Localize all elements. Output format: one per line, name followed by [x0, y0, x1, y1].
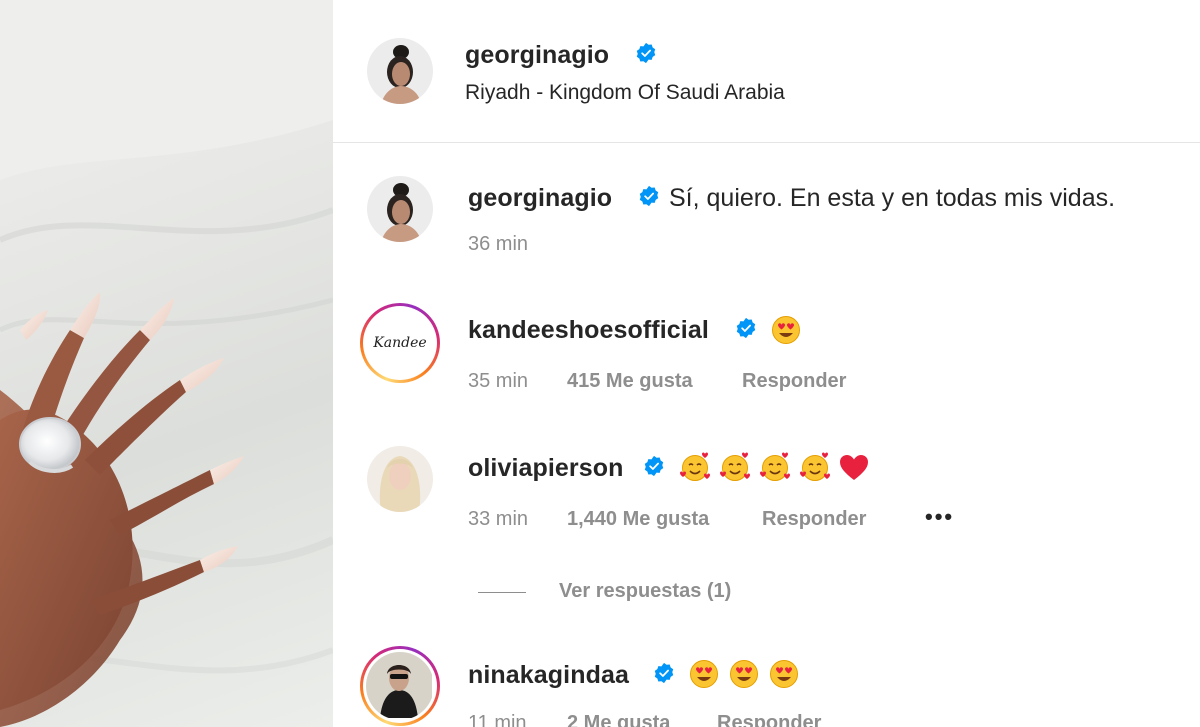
- portrait-icon: [366, 652, 432, 718]
- comment-avatar[interactable]: [367, 446, 433, 512]
- post-header: georginagio Riyadh - Kingdom Of Saudi Ar…: [333, 0, 1200, 143]
- verified-badge-icon: [644, 455, 664, 477]
- smiling-face-with-hearts-icon: [760, 452, 790, 481]
- kandee-logo: Kandee: [373, 335, 427, 351]
- comment-author-username[interactable]: kandeeshoesofficial: [468, 316, 709, 345]
- comment-timestamp[interactable]: 33 min: [468, 508, 528, 531]
- portrait-icon: [367, 38, 433, 104]
- comment-author-username[interactable]: ninakagindaa: [468, 661, 629, 690]
- verified-badge-icon: [639, 185, 659, 207]
- portrait-icon: [367, 176, 433, 242]
- comment-reply-button[interactable]: Responder: [742, 370, 846, 393]
- author-avatar[interactable]: [367, 38, 433, 104]
- comment-likes-count[interactable]: 2 Me gusta: [567, 712, 670, 727]
- hand-with-ring-image: [0, 0, 333, 727]
- red-heart-icon: [840, 455, 868, 480]
- comment-timestamp[interactable]: 11 min: [468, 712, 527, 727]
- smiling-face-with-heart-eyes-icon: [772, 316, 800, 344]
- post-photo: [0, 0, 333, 727]
- smiling-face-with-heart-eyes-icon: [690, 660, 718, 688]
- smiling-face-with-heart-eyes-icon: [730, 660, 758, 688]
- caption-timestamp[interactable]: 36 min: [468, 233, 528, 256]
- diamond-ring: [19, 417, 81, 471]
- caption-author-username[interactable]: georginagio: [468, 184, 612, 213]
- caption-author-avatar[interactable]: [367, 176, 433, 242]
- comment-reply-button[interactable]: Responder: [762, 508, 866, 531]
- comment-more-options-button[interactable]: •••: [925, 504, 954, 530]
- portrait-icon: [367, 446, 433, 512]
- comment-avatar-story-ring[interactable]: [360, 646, 440, 726]
- comment-reply-button[interactable]: Responder: [717, 712, 821, 727]
- smiling-face-with-heart-eyes-icon: [770, 660, 798, 688]
- verified-badge-icon: [736, 317, 756, 339]
- post-author-username[interactable]: georginagio: [465, 41, 609, 70]
- comment-likes-count[interactable]: 415 Me gusta: [567, 370, 693, 393]
- smiling-face-with-hearts-icon: [720, 452, 750, 481]
- verified-badge-icon: [654, 662, 674, 684]
- comment-likes-count[interactable]: 1,440 Me gusta: [567, 508, 709, 531]
- verified-badge-icon: [636, 42, 656, 64]
- smiling-face-with-hearts-icon: [800, 452, 830, 481]
- post-details-panel: georginagio Riyadh - Kingdom Of Saudi Ar…: [333, 0, 1200, 727]
- smiling-face-with-hearts-icon: [680, 452, 710, 481]
- caption-text: Sí, quiero. En esta y en todas mis vidas…: [669, 184, 1116, 212]
- comment-author-username[interactable]: oliviapierson: [468, 454, 624, 483]
- view-replies-button[interactable]: Ver respuestas (1): [559, 580, 731, 603]
- view-replies-divider: [478, 592, 526, 593]
- comment-avatar-story-ring[interactable]: Kandee: [360, 303, 440, 383]
- post-location-link[interactable]: Riyadh - Kingdom Of Saudi Arabia: [465, 81, 785, 105]
- comment-timestamp[interactable]: 35 min: [468, 370, 528, 393]
